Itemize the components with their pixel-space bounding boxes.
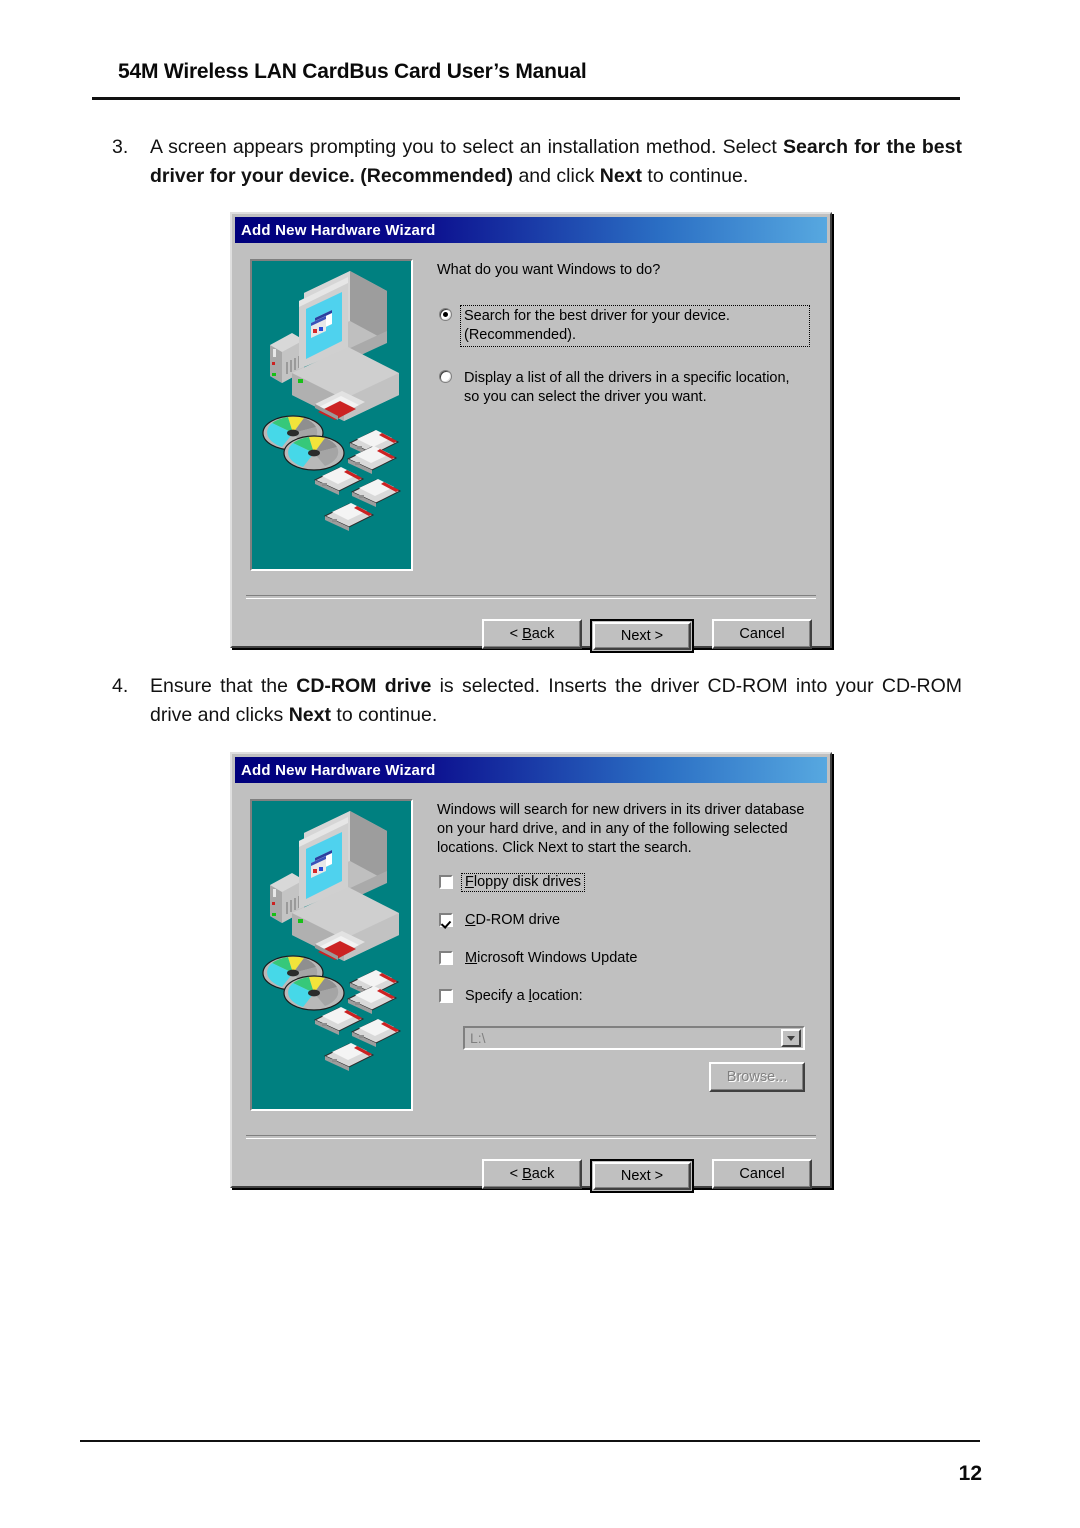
checkbox-floppy-disk-drives-label: Floppy disk drives [460, 873, 586, 892]
cancel-button[interactable]: Cancel [712, 1159, 812, 1189]
checkbox-icon-unchecked[interactable] [439, 989, 453, 1003]
footer-rule [80, 1440, 980, 1442]
back-button[interactable]: < Back [482, 1159, 582, 1189]
computer-media-illustration [250, 259, 413, 571]
dialog-1-titlebar: Add New Hardware Wizard [235, 217, 827, 243]
radio-option-display-list[interactable]: Display a list of all the drivers in a s… [437, 368, 809, 408]
cancel-button[interactable]: Cancel [712, 619, 812, 649]
location-combobox[interactable]: L:\ [463, 1026, 805, 1050]
checkbox-microsoft-windows-update-label: Microsoft Windows Update [465, 950, 638, 966]
location-combobox-value: L:\ [470, 1030, 486, 1046]
checkbox-specify-a-location-label: Specify a location: [465, 988, 583, 1004]
step-4-number: 4. [112, 675, 129, 697]
dialog-2-button-row: < Back Next > Cancel [232, 1159, 830, 1193]
add-new-hardware-wizard-dialog-2[interactable]: Add New Hardware Wizard Windows will sea… [230, 752, 832, 1193]
dialog-2-separator [246, 1135, 816, 1139]
step-4-text: Ensure that the CD-ROM drive is selected… [150, 675, 963, 726]
browse-button-wrap: Browse... [437, 1062, 805, 1092]
page-number: 12 [958, 1462, 982, 1485]
checkbox-specify-a-location[interactable]: Specify a location: [437, 988, 809, 1005]
checkbox-icon-unchecked[interactable] [439, 875, 453, 889]
browse-button[interactable]: Browse... [709, 1062, 805, 1092]
header-title: 54M Wireless LAN CardBus Card User’s Man… [118, 60, 587, 83]
dialog-1-content: What do you want Windows to do? Search f… [437, 261, 810, 430]
checkbox-cd-rom-drive-label: CD-ROM drive [465, 912, 561, 928]
step-3-text: A screen appears prompting you to select… [150, 136, 962, 187]
dialog-1-prompt: What do you want Windows to do? [437, 262, 661, 278]
dialog-2-body: Windows will search for new drivers in i… [232, 783, 830, 1193]
illustration-graphic [252, 261, 411, 569]
step-3-number: 3. [112, 136, 129, 158]
chevron-down-icon[interactable] [781, 1029, 801, 1047]
dialog-1-title: Add New Hardware Wizard [241, 221, 436, 239]
step-3: 3. A screen appears prompting you to sel… [112, 133, 962, 191]
illustration-graphic [252, 801, 411, 1109]
next-button-inner: Next > [593, 622, 691, 650]
dialog-1-body: What do you want Windows to do? Search f… [232, 243, 830, 653]
header-rule [92, 97, 960, 100]
dialog-2-title: Add New Hardware Wizard [241, 761, 436, 779]
next-button-inner: Next > [593, 1162, 691, 1190]
add-new-hardware-wizard-dialog-1[interactable]: Add New Hardware Wizard What do you want… [230, 212, 832, 653]
radio-icon-selected[interactable] [439, 308, 452, 321]
checkbox-floppy-disk-drives[interactable]: Floppy disk drives [437, 873, 809, 892]
document-header: 54M Wireless LAN CardBus Card User’s Man… [118, 60, 962, 84]
back-button-label: < Back [509, 1166, 555, 1182]
radio-option-search-best-driver-label: Search for the best driver for your devi… [460, 305, 810, 347]
dialog-1-button-row: < Back Next > Cancel [232, 619, 830, 653]
computer-media-illustration [250, 799, 413, 1111]
radio-option-display-list-label: Display a list of all the drivers in a s… [464, 370, 790, 405]
next-button[interactable]: Next > [590, 619, 694, 653]
step-4: 4. Ensure that the CD-ROM drive is selec… [112, 672, 962, 730]
back-button[interactable]: < Back [482, 619, 582, 649]
checkbox-cd-rom-drive[interactable]: CD-ROM drive [437, 912, 809, 929]
radio-option-search-best-driver[interactable]: Search for the best driver for your devi… [437, 305, 810, 347]
checkbox-icon-checked[interactable] [439, 913, 453, 927]
checkbox-microsoft-windows-update[interactable]: Microsoft Windows Update [437, 950, 809, 967]
radio-icon-unselected[interactable] [439, 370, 452, 383]
dialog-1-separator [246, 595, 816, 599]
manual-page: 54M Wireless LAN CardBus Card User’s Man… [0, 0, 1080, 1528]
next-button[interactable]: Next > [590, 1159, 694, 1193]
dialog-2-content: Windows will search for new drivers in i… [437, 801, 809, 1092]
checkbox-icon-unchecked[interactable] [439, 951, 453, 965]
back-button-label: < Back [509, 626, 555, 642]
dialog-2-prompt: Windows will search for new drivers in i… [437, 802, 805, 856]
dialog-2-titlebar: Add New Hardware Wizard [235, 757, 827, 783]
